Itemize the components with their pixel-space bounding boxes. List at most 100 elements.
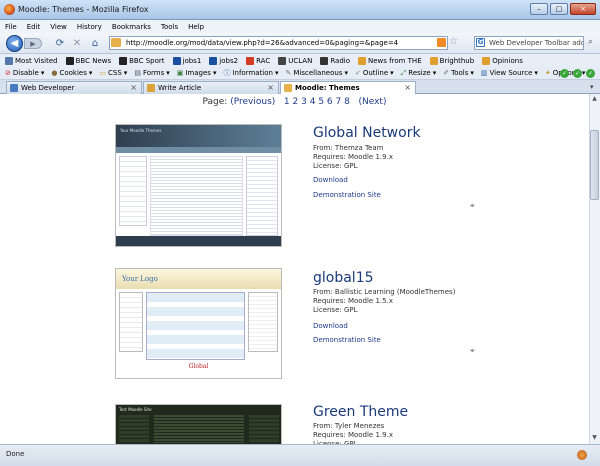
demonstration-site-link[interactable]: Demonstration Site <box>313 336 381 344</box>
tab-favicon <box>10 84 18 92</box>
tab-web-developer[interactable]: Web Developer × <box>6 81 142 94</box>
firefox-icon <box>4 4 15 15</box>
preview-right-column <box>249 415 279 443</box>
theme-preview-global-network[interactable]: Your Moodle Themes <box>115 124 282 247</box>
stop-icon[interactable]: ✕ <box>71 38 83 49</box>
pager-next[interactable]: (Next) <box>358 97 386 107</box>
wd-css[interactable]: ▭ CSS ▾ <box>99 69 127 77</box>
pager-previous[interactable]: (Previous) <box>230 97 275 107</box>
bookmark-brighthub[interactable]: Brighthub <box>429 56 474 65</box>
bookmarks-toolbar: Most Visited BBC News BBC Sport jobs1 jo… <box>0 54 600 67</box>
pager-page[interactable]: 5 <box>318 97 324 107</box>
rss-folder-icon <box>429 56 438 65</box>
menu-edit[interactable]: Edit <box>27 23 41 31</box>
bookmark-jobs2[interactable]: jobs2 <box>209 56 238 65</box>
pager-page[interactable]: 1 <box>284 97 290 107</box>
bookmark-jobs1[interactable]: jobs1 <box>172 56 201 65</box>
scroll-down-icon[interactable]: ▼ <box>590 434 599 443</box>
bbc-icon <box>119 56 128 65</box>
pager-page[interactable]: 2 <box>292 97 298 107</box>
tab-favicon <box>284 84 292 92</box>
pager-page[interactable]: 3 <box>301 97 307 107</box>
menu-history[interactable]: History <box>77 23 102 31</box>
theme-title[interactable]: global15 <box>313 270 374 286</box>
theme-license: License: GPL <box>313 162 358 170</box>
theme-title[interactable]: Global Network <box>313 125 421 141</box>
theme-title[interactable]: Green Theme <box>313 404 408 420</box>
menu-tools[interactable]: Tools <box>161 23 178 31</box>
close-window-button[interactable]: × <box>570 3 596 15</box>
wd-miscellaneous[interactable]: ✎ Miscellaneous ▾ <box>286 69 348 77</box>
forward-button[interactable]: ▶ <box>24 38 42 49</box>
bookmark-bbc-news[interactable]: BBC News <box>65 56 111 65</box>
search-magnifier-icon[interactable]: ⌕ <box>588 37 593 47</box>
preview-header-title: Test Moodle Site <box>119 407 152 412</box>
demonstration-site-link[interactable]: Demonstration Site <box>313 191 381 199</box>
bookmark-opinions[interactable]: Opinions <box>482 56 523 65</box>
pager-page[interactable]: 4 <box>310 97 316 107</box>
menu-view[interactable]: View <box>50 23 67 31</box>
download-link[interactable]: Download <box>313 176 348 184</box>
validation-status: ✓ ✓ ✓ <box>560 69 595 78</box>
wd-forms[interactable]: ▤ Forms ▾ <box>134 69 169 77</box>
wd-images[interactable]: ▣ Images ▾ <box>177 69 217 77</box>
url-bar[interactable]: http://moodle.org/mod/data/view.php?d=26… <box>109 36 448 50</box>
download-link[interactable]: Download <box>313 322 348 330</box>
preview-header-title: Your Moodle Themes <box>120 128 162 133</box>
theme-preview-global15[interactable]: Your Logo Global <box>115 268 282 379</box>
pager-page[interactable]: 7 <box>336 97 342 107</box>
preview-body <box>116 289 281 363</box>
tab-list-arrow-icon[interactable]: ▾ <box>590 83 594 91</box>
google-search-icon[interactable]: G <box>476 38 485 47</box>
wd-cookies[interactable]: ● Cookies ▾ <box>51 69 92 77</box>
preview-header: Your Moodle Themes <box>116 125 281 147</box>
menu-bookmarks[interactable]: Bookmarks <box>112 23 151 31</box>
scroll-up-icon[interactable]: ▲ <box>590 95 599 104</box>
menu-help[interactable]: Help <box>188 23 204 31</box>
check-ok-icon[interactable]: ✓ <box>560 69 569 78</box>
bookmark-rac[interactable]: RAC <box>246 56 270 65</box>
images-icon: ▣ <box>176 69 184 77</box>
bookmark-radio[interactable]: Radio <box>320 56 350 65</box>
close-tab-icon[interactable]: × <box>404 82 411 94</box>
pager-page[interactable]: 6 <box>327 97 333 107</box>
home-icon[interactable]: ⌂ <box>89 38 101 49</box>
preview-footer <box>116 236 281 246</box>
scrollbar-thumb[interactable] <box>590 130 599 200</box>
bookmark-uclan[interactable]: UCLAN <box>278 56 312 65</box>
wd-information[interactable]: ⓘ Information ▾ <box>223 68 278 78</box>
reload-icon[interactable]: ⟳ <box>54 38 66 49</box>
forms-icon: ▤ <box>134 69 141 77</box>
wd-outline[interactable]: ✓ Outline ▾ <box>355 69 394 77</box>
minimize-button[interactable]: – <box>530 3 548 15</box>
wd-disable[interactable]: ⊘ Disable ▾ <box>5 69 44 77</box>
disable-icon: ⊘ <box>5 69 11 77</box>
check-ok-icon[interactable]: ✓ <box>586 69 595 78</box>
rac-icon <box>246 56 255 65</box>
bookmark-star-icon[interactable]: ☆ <box>449 36 458 47</box>
menu-file[interactable]: File <box>5 23 17 31</box>
close-tab-icon[interactable]: × <box>130 82 137 94</box>
pager-page[interactable]: 8 <box>344 97 350 107</box>
wd-tools[interactable]: ✐ Tools ▾ <box>443 69 474 77</box>
preview-main-column <box>146 292 245 360</box>
back-button[interactable]: ◀ <box>6 35 23 52</box>
outline-icon: ✓ <box>354 69 361 77</box>
wd-resize[interactable]: ⤢ Resize ▾ <box>401 69 437 78</box>
search-box[interactable]: Web Developer Toolbar add-o <box>474 36 584 50</box>
theme-preview-green-theme[interactable]: Test Moodle Site <box>115 404 282 444</box>
rss-feed-icon[interactable] <box>437 38 446 47</box>
close-tab-icon[interactable]: × <box>267 82 274 94</box>
wd-view-source[interactable]: ▥ View Source ▾ <box>481 69 538 77</box>
bookmark-bbc-sport[interactable]: BBC Sport <box>119 56 165 65</box>
tab-write-article[interactable]: Write Article × <box>143 81 279 94</box>
preview-main-column <box>154 415 244 443</box>
tab-moodle-themes[interactable]: Moodle: Themes × <box>280 81 416 95</box>
bookmark-most-visited[interactable]: Most Visited <box>5 56 58 65</box>
bookmark-news-from-the[interactable]: News from THE <box>358 56 422 65</box>
theme-requires: Requires: Moodle 1.5.x <box>313 297 393 305</box>
maximize-button[interactable]: □ <box>550 3 568 15</box>
check-ok-icon[interactable]: ✓ <box>573 69 582 78</box>
view-source-icon: ▥ <box>480 69 488 77</box>
firebug-icon[interactable] <box>577 450 587 460</box>
